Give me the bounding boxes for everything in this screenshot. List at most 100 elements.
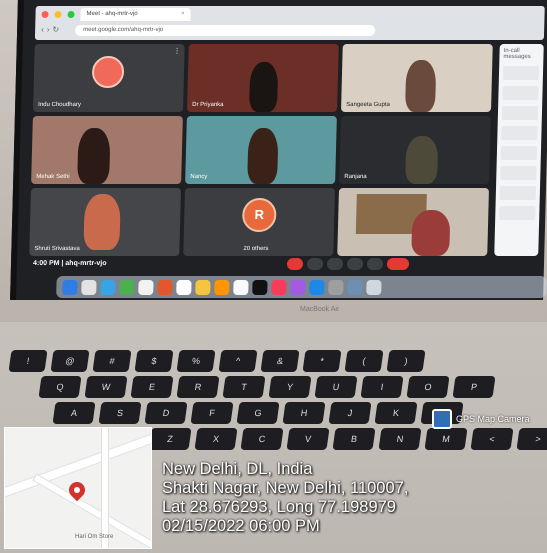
window-zoom-button[interactable] (67, 10, 75, 18)
tab-strip: Meet - ahq-mrtr-vjo × (35, 6, 544, 22)
key: W (84, 376, 128, 398)
settings-icon[interactable] (328, 279, 344, 295)
key: & (260, 350, 300, 372)
chat-message (501, 126, 538, 140)
key: H (282, 402, 326, 424)
address-bar[interactable]: meet.google.com/ahq-mrtr-vjo (74, 25, 376, 36)
key: E (130, 376, 174, 398)
key: P (452, 376, 496, 398)
tv-icon[interactable] (252, 279, 268, 295)
window-minimize-button[interactable] (54, 10, 62, 18)
music-icon[interactable] (271, 279, 287, 295)
key: I (360, 376, 404, 398)
macos-dock (56, 276, 547, 298)
participant-video (77, 128, 111, 184)
laptop-screen: Meet - ahq-mrtr-vjo × ‹›↻ meet.google.co… (10, 0, 547, 300)
calendar-icon[interactable] (176, 279, 192, 295)
chat-message (501, 106, 539, 120)
participant-tile[interactable]: Sangeeta Gupta (340, 44, 493, 112)
finder-icon[interactable] (62, 279, 78, 295)
notes-icon[interactable] (195, 279, 211, 295)
location-map: Hari Om Store (4, 427, 152, 549)
key: X (194, 428, 238, 450)
safari-icon[interactable] (100, 279, 116, 295)
participant-video (404, 60, 437, 112)
trash-icon[interactable] (366, 279, 382, 295)
key: K (374, 402, 418, 424)
chat-message (502, 86, 539, 100)
pin-icon[interactable]: ⋮ (173, 47, 180, 55)
participant-tile[interactable]: Indu Choudhary ⋮ (32, 44, 185, 112)
participant-tile[interactable]: Shruti Srivastava (29, 188, 182, 256)
key: @ (50, 350, 90, 372)
participant-tile[interactable]: R 20 others (183, 188, 336, 256)
key: < (470, 428, 514, 450)
chat-message (499, 206, 536, 220)
participant-video (247, 128, 279, 184)
key: F (190, 402, 234, 424)
key: Q (38, 376, 82, 398)
participant-tile[interactable]: Mehak Sethi (31, 116, 183, 184)
window-close-button[interactable] (41, 10, 49, 18)
photos-icon[interactable] (157, 279, 173, 295)
key: J (328, 402, 372, 424)
key: N (378, 428, 422, 450)
key: C (240, 428, 284, 450)
end-call-button[interactable] (386, 258, 410, 270)
participant-video (83, 194, 121, 250)
avatar-letter: R (254, 207, 265, 223)
photo: Meet - ahq-mrtr-vjo × ‹›↻ meet.google.co… (0, 0, 547, 553)
meet-control-bar: 4:00 PM | ahq-mrtr-vjo (29, 258, 489, 272)
participant-video (248, 62, 279, 112)
tab-title: Meet - ahq-mrtr-vjo (86, 10, 138, 17)
key-row: A S D F G H J K L (52, 402, 464, 424)
gps-timestamp: 02/15/2022 06:00 PM (162, 517, 320, 535)
maps-icon[interactable] (233, 279, 249, 295)
launchpad-icon[interactable] (81, 279, 97, 295)
gps-city: New Delhi, DL, India (162, 460, 313, 478)
folder-icon[interactable] (347, 279, 363, 295)
mic-off-button[interactable] (286, 258, 304, 270)
participant-tile[interactable]: Ranjana (339, 116, 491, 184)
app-store-icon[interactable] (309, 279, 325, 295)
key: M (424, 428, 468, 450)
reminders-icon[interactable] (214, 279, 230, 295)
key: ) (386, 350, 426, 372)
laptop-brand: MacBook Air (300, 306, 340, 313)
key: D (144, 402, 188, 424)
meet-grid: Indu Choudhary ⋮ Dr Priyanka Sangeeta Gu… (29, 44, 515, 256)
key: ^ (218, 350, 258, 372)
participant-name: Dr Priyanka (192, 102, 224, 108)
close-icon[interactable]: × (181, 8, 185, 21)
podcasts-icon[interactable] (290, 279, 306, 295)
captions-button[interactable] (326, 258, 344, 270)
key-row: ! @ # $ % ^ & * ( ) (8, 350, 426, 372)
participant-name: 20 others (243, 246, 269, 252)
messages-icon[interactable] (119, 279, 135, 295)
gps-address: Shakti Nagar, New Delhi, 110007, (162, 479, 409, 497)
browser-tab[interactable]: Meet - ahq-mrtr-vjo × (80, 7, 191, 21)
key: S (98, 402, 142, 424)
more-options-button[interactable] (366, 258, 384, 270)
browser-toolbar: Meet - ahq-mrtr-vjo × ‹›↻ meet.google.co… (34, 6, 545, 40)
chat-message (500, 166, 537, 180)
chat-panel: In-call messages (494, 44, 544, 256)
participant-tile[interactable] (337, 188, 490, 256)
gps-camera-icon (432, 409, 452, 429)
present-button[interactable] (346, 258, 364, 270)
chrome-icon[interactable] (138, 279, 154, 295)
meeting-info: 4:00 PM | ahq-mrtr-vjo (32, 260, 107, 267)
key: G (236, 402, 280, 424)
camera-button[interactable] (306, 258, 324, 270)
gps-camera-badge: GPS Map Camera (432, 409, 530, 429)
key: U (314, 376, 358, 398)
gps-location-text: New Delhi, DL, India Shakti Nagar, New D… (162, 460, 408, 536)
chat-panel-title: In-call messages (503, 48, 531, 60)
participant-tile[interactable]: Nancy (185, 116, 337, 184)
key: T (222, 376, 266, 398)
participant-tile[interactable]: Dr Priyanka (186, 44, 339, 112)
participant-video (411, 210, 451, 256)
key: % (176, 350, 216, 372)
nav-arrows-icon[interactable]: ‹›↻ (41, 25, 62, 34)
key: R (176, 376, 220, 398)
